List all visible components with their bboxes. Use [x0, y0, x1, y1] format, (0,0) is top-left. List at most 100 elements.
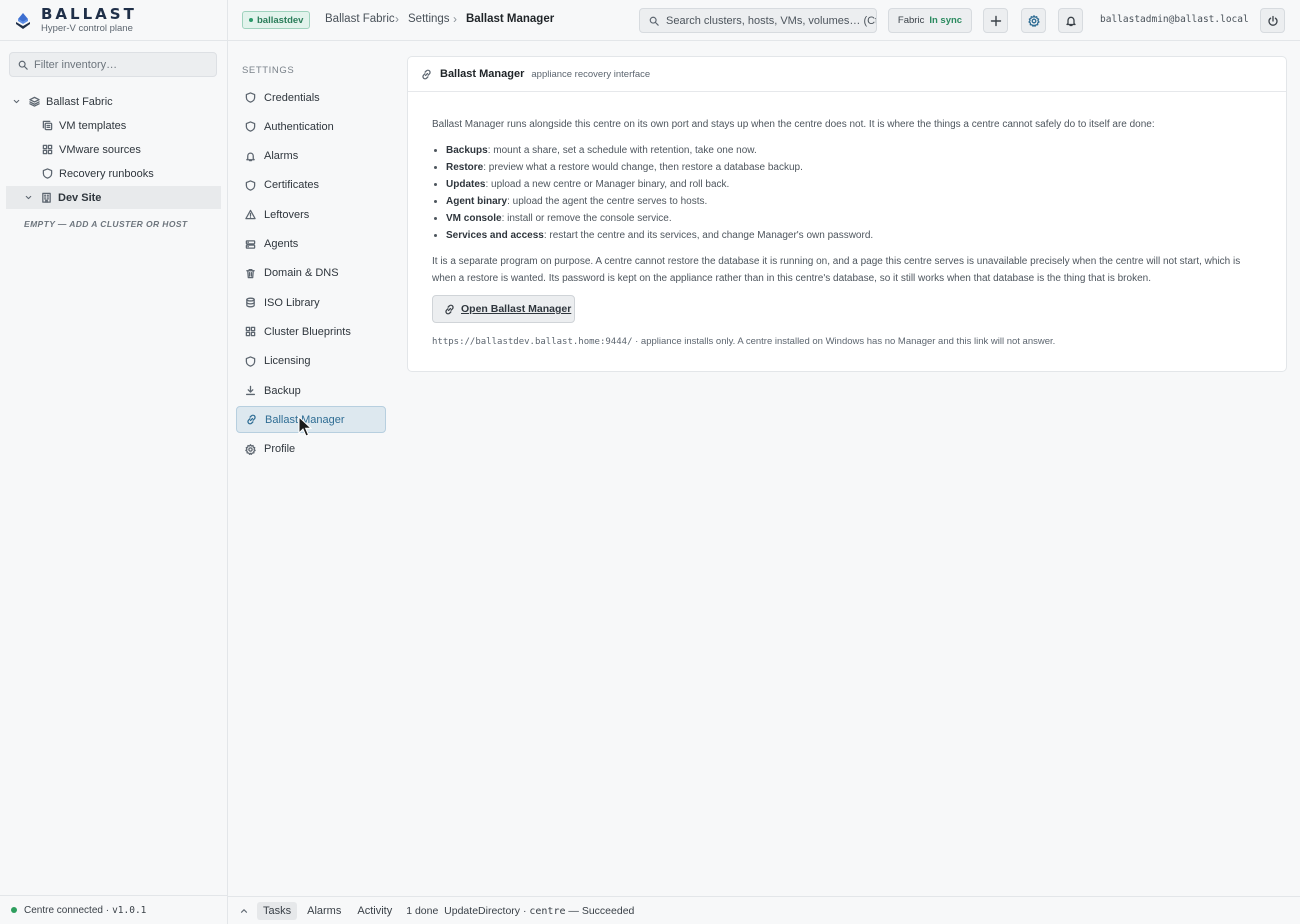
- card-title: Ballast Manager: [440, 68, 525, 80]
- settings-nav-profile[interactable]: Profile: [236, 436, 386, 463]
- settings-nav-label: ISO Library: [264, 296, 320, 309]
- capability-description: : upload a new centre or Manager binary,…: [485, 179, 730, 190]
- environment-badge[interactable]: ballastdev: [242, 11, 311, 29]
- manager-url-note: https://ballastdev.ballast.home:9444/ · …: [432, 336, 1055, 347]
- environment-dot: [249, 18, 253, 22]
- settings-nav-leftovers[interactable]: Leftovers: [236, 201, 386, 228]
- breadcrumb-ballast-fabric[interactable]: Ballast Fabric: [325, 13, 395, 25]
- tab-tasks[interactable]: Tasks: [257, 901, 298, 920]
- shield-icon: [245, 180, 256, 191]
- settings-nav-authentication[interactable]: Authentication: [236, 113, 386, 140]
- gear-icon: [245, 443, 256, 455]
- breadcrumb-separator: ›: [453, 12, 457, 26]
- top-bar: ballastdev Ballast Fabric › Settings › B…: [228, 0, 1300, 41]
- search-icon: [18, 60, 28, 70]
- current-user[interactable]: ballastadmin@ballast.local: [1100, 14, 1249, 25]
- settings-nav-label: Alarms: [264, 150, 299, 163]
- server-icon: [245, 239, 256, 250]
- settings-nav-label: Credentials: [264, 91, 320, 104]
- tree-item-vm-templates[interactable]: VM templates: [6, 114, 221, 137]
- settings-nav-alarms[interactable]: Alarms: [236, 143, 386, 170]
- tree-item-dev-site[interactable]: Dev Site: [6, 186, 221, 209]
- latest-task[interactable]: 1 done UpdateDirectory · centre — Succee…: [406, 905, 634, 917]
- tree-item-ballast-fabric[interactable]: Ballast Fabric: [6, 90, 221, 113]
- breadcrumb-settings[interactable]: Settings: [408, 13, 450, 25]
- gear-icon: [1027, 14, 1040, 27]
- capability-term: VM console: [446, 213, 502, 224]
- tree-item-vmware-sources[interactable]: VMware sources: [6, 138, 221, 161]
- capability-description: : restart the centre and its services, a…: [543, 230, 874, 241]
- brand[interactable]: BALLAST Hyper-V control plane: [0, 0, 227, 41]
- global-search-input[interactable]: Search clusters, hosts, VMs, volumes… (C…: [639, 8, 877, 33]
- intro-text: Ballast Manager runs alongside this cent…: [432, 119, 1155, 130]
- task-count: 1 done: [406, 904, 439, 917]
- settings-nav-domain-and-dns[interactable]: Domain & DNS: [236, 260, 386, 287]
- settings-nav-label: Leftovers: [264, 208, 310, 221]
- capability-description: : mount a share, set a schedule with ret…: [487, 145, 757, 156]
- settings-nav-iso-library[interactable]: ISO Library: [236, 289, 386, 316]
- explanation-text: It is a separate program on purpose. A c…: [432, 256, 1241, 284]
- capability-term: Updates: [446, 179, 486, 190]
- settings-nav-label: Backup: [264, 384, 301, 397]
- tree-item-recovery-runbooks[interactable]: Recovery runbooks: [6, 162, 221, 185]
- chevron-up-icon[interactable]: [239, 906, 249, 916]
- bell-icon: [1065, 15, 1077, 27]
- settings-nav-backup[interactable]: Backup: [236, 377, 386, 404]
- search-icon: [649, 16, 659, 26]
- inventory-sidebar: BALLAST Hyper-V control plane Filter inv…: [0, 0, 228, 924]
- settings-button[interactable]: [1021, 8, 1046, 33]
- chevron-down-icon[interactable]: [24, 193, 33, 202]
- building-icon: [41, 192, 52, 203]
- capability-term: Backups: [446, 145, 488, 156]
- layers-icon: [29, 96, 40, 107]
- fabric-sync-status[interactable]: Fabric In sync: [888, 8, 972, 33]
- capability-term: Services and access: [446, 230, 544, 241]
- bell-icon: [245, 151, 256, 162]
- sync-status: In sync: [929, 15, 963, 26]
- open-button-label: Open Ballast Manager: [461, 303, 572, 315]
- card-body: Ballast Manager runs alongside this cent…: [432, 116, 1262, 287]
- task-result: — Succeeded: [568, 904, 635, 917]
- trash-icon: [245, 268, 256, 279]
- settings-nav-label: Profile: [264, 443, 296, 456]
- tab-activity[interactable]: Activity: [351, 902, 398, 920]
- shield-icon: [245, 121, 256, 133]
- settings-nav-agents[interactable]: Agents: [236, 231, 386, 258]
- settings-nav-licensing[interactable]: Licensing: [236, 348, 386, 375]
- capability-term: Restore: [446, 162, 484, 173]
- open-ballast-manager-button[interactable]: Open Ballast Manager: [432, 295, 575, 323]
- copy-icon: [42, 120, 53, 131]
- filter-inventory-input[interactable]: Filter inventory…: [9, 52, 217, 77]
- settings-nav-label: Certificates: [264, 179, 320, 192]
- manager-url[interactable]: https://ballastdev.ballast.home:9444/: [432, 337, 632, 347]
- capability-item: Backups: mount a share, set a schedule w…: [446, 142, 1262, 159]
- sync-label: Fabric: [897, 15, 925, 26]
- shield-icon: [42, 168, 53, 179]
- sign-out-button[interactable]: [1260, 8, 1285, 33]
- search-placeholder: Search clusters, hosts, VMs, volumes… (C…: [666, 14, 877, 27]
- task-target: centre: [529, 905, 566, 917]
- capability-item: Services and access: restart the centre …: [446, 227, 1262, 244]
- task-name: UpdateDirectory ·: [444, 904, 527, 917]
- capability-item: VM console: install or remove the consol…: [446, 210, 1262, 227]
- add-button[interactable]: [983, 8, 1008, 33]
- settings-nav-certificates[interactable]: Certificates: [236, 172, 386, 199]
- link-icon: [246, 414, 257, 425]
- settings-nav-credentials[interactable]: Credentials: [236, 84, 386, 111]
- notifications-button[interactable]: [1058, 8, 1083, 33]
- download-icon: [245, 385, 256, 396]
- version-text: v1.0.1: [112, 904, 147, 916]
- capability-item: Agent binary: upload the agent the centr…: [446, 193, 1262, 210]
- capability-item: Updates: upload a new centre or Manager …: [446, 176, 1262, 193]
- tree-label: Dev Site: [58, 191, 102, 204]
- connection-status: Centre connected · v1.0.1: [0, 895, 227, 924]
- breadcrumb-separator: ›: [395, 12, 399, 26]
- link-icon: [444, 304, 455, 315]
- tab-alarms[interactable]: Alarms: [301, 902, 347, 920]
- mouse-cursor-icon: [298, 416, 312, 437]
- chevron-down-icon[interactable]: [12, 97, 21, 106]
- settings-nav: SETTINGS Credentials Authentication Alarms…: [228, 41, 400, 896]
- breadcrumb-current: Ballast Manager: [466, 13, 555, 25]
- grid-icon: [42, 144, 53, 155]
- settings-nav-cluster-blueprints[interactable]: Cluster Blueprints: [236, 318, 386, 345]
